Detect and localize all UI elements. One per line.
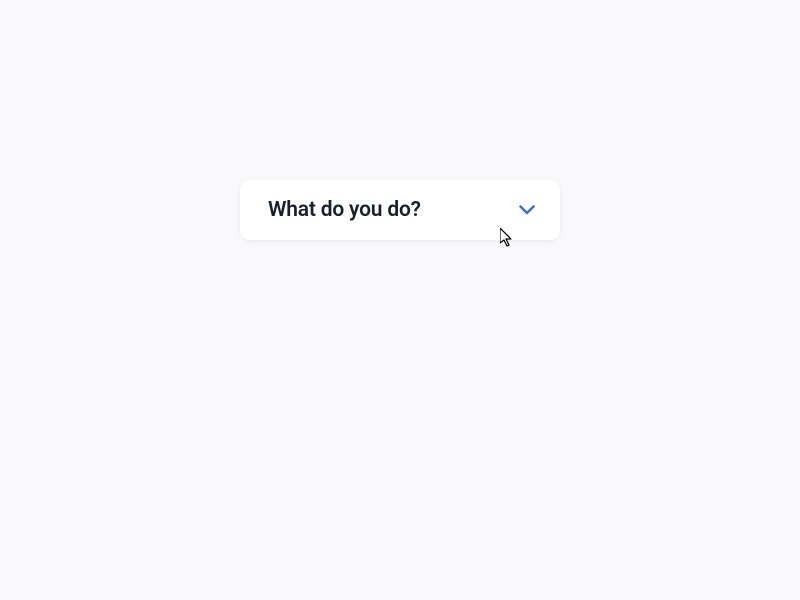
chevron-down-icon bbox=[518, 201, 536, 219]
dropdown-label: What do you do? bbox=[268, 198, 421, 222]
occupation-dropdown[interactable]: What do you do? bbox=[240, 180, 560, 240]
